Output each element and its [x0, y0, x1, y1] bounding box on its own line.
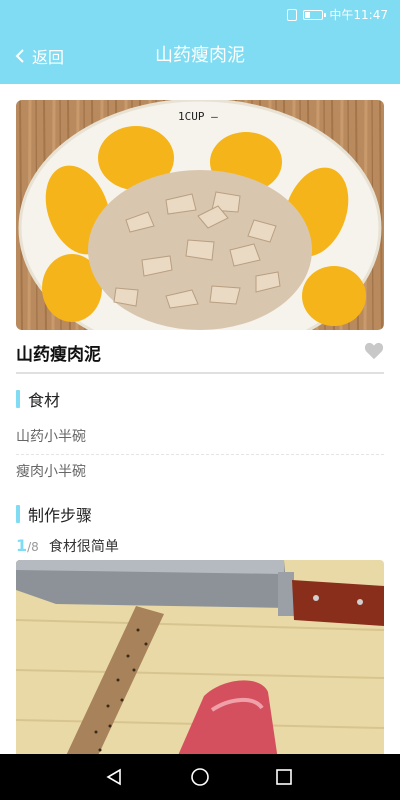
- app-header: 返回 山药瘦肉泥: [0, 28, 400, 84]
- chevron-left-icon: [15, 49, 24, 63]
- steps-heading: 制作步骤: [16, 502, 92, 526]
- step-text: 食材很简单: [48, 539, 119, 555]
- nav-home-button[interactable]: [170, 754, 230, 800]
- step-total: /8: [27, 540, 39, 554]
- back-label: 返回: [32, 48, 65, 67]
- ingredient-list: 山药小半碗 瘦肉小半碗: [16, 420, 384, 489]
- navigation-bar: [0, 754, 400, 800]
- heart-icon[interactable]: [364, 342, 384, 360]
- square-recents-icon: [276, 769, 292, 785]
- accent-bar: [16, 390, 20, 408]
- battery-icon: [303, 9, 327, 20]
- divider: [16, 372, 384, 374]
- accent-bar: [16, 505, 20, 523]
- status-time: 中午11:47: [329, 8, 388, 22]
- ingredients-heading-label: 食材: [28, 391, 61, 410]
- recipe-name: 山药瘦肉泥: [16, 345, 101, 365]
- recipe-content[interactable]: 1CUP — 山药瘦肉泥 食材 山药小半碗 瘦肉小半碗 制作步骤 1 /8 食材…: [0, 84, 400, 754]
- status-bar: 中午11:47: [0, 0, 400, 28]
- svg-text:1CUP —: 1CUP —: [178, 110, 218, 123]
- status-icons: 中午11:47: [287, 6, 388, 23]
- vibrate-icon: [287, 8, 298, 21]
- step-header: 1 /8 食材很简单: [16, 536, 119, 556]
- step-current: 1: [16, 536, 28, 555]
- nav-recents-button[interactable]: [254, 754, 314, 800]
- ingredient-item: 山药小半碗: [16, 420, 384, 455]
- nav-back-button[interactable]: [84, 754, 144, 800]
- recipe-photo: 1CUP —: [16, 100, 384, 330]
- circle-home-icon: [191, 768, 209, 786]
- back-button[interactable]: 返回: [14, 28, 64, 84]
- ingredients-heading: 食材: [16, 387, 60, 411]
- steps-heading-label: 制作步骤: [28, 506, 93, 525]
- ingredient-item: 瘦肉小半碗: [16, 464, 86, 480]
- triangle-back-icon: [106, 768, 121, 786]
- step-photo: [16, 560, 384, 754]
